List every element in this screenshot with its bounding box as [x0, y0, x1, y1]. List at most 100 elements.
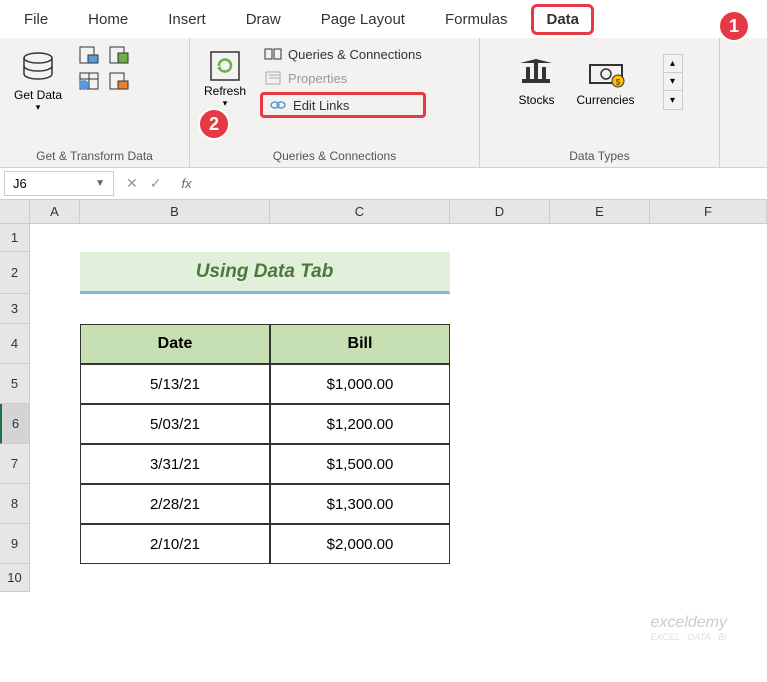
cell[interactable] [650, 484, 767, 524]
table-row[interactable]: $1,200.00 [270, 404, 450, 444]
cell[interactable] [450, 324, 550, 364]
table-header-date[interactable]: Date [80, 324, 270, 364]
cell[interactable] [30, 404, 80, 444]
from-web-icon[interactable] [106, 44, 132, 66]
table-row[interactable]: $1,300.00 [270, 484, 450, 524]
col-header-a[interactable]: A [30, 200, 80, 224]
cell[interactable] [650, 404, 767, 444]
tab-page-layout[interactable]: Page Layout [305, 3, 421, 36]
cell[interactable] [450, 364, 550, 404]
queries-connections-button[interactable]: Queries & Connections [260, 44, 426, 64]
cell[interactable] [550, 364, 650, 404]
cell[interactable] [30, 524, 80, 564]
scroll-expand-icon[interactable]: ▾ [664, 91, 682, 109]
cell[interactable] [650, 364, 767, 404]
cell[interactable] [550, 524, 650, 564]
currencies-button[interactable]: $ Currencies [576, 57, 634, 107]
cell[interactable] [550, 224, 650, 252]
formula-bar[interactable]: fx [173, 172, 767, 195]
tab-formulas[interactable]: Formulas [429, 3, 524, 36]
cell[interactable] [450, 252, 550, 294]
table-row[interactable]: $2,000.00 [270, 524, 450, 564]
cancel-icon[interactable]: ✕ [126, 175, 138, 192]
title-cell[interactable]: Using Data Tab [80, 252, 450, 294]
row-header-3[interactable]: 3 [0, 294, 30, 324]
table-row[interactable]: 5/03/21 [80, 404, 270, 444]
cell[interactable] [650, 444, 767, 484]
table-row[interactable]: 3/31/21 [80, 444, 270, 484]
row-header-10[interactable]: 10 [0, 564, 30, 592]
table-row[interactable]: $1,500.00 [270, 444, 450, 484]
table-row[interactable]: 2/10/21 [80, 524, 270, 564]
cell[interactable] [550, 404, 650, 444]
cell[interactable] [30, 444, 80, 484]
row-header-9[interactable]: 9 [0, 524, 30, 564]
row-header-5[interactable]: 5 [0, 364, 30, 404]
cell[interactable] [30, 324, 80, 364]
cell[interactable] [30, 252, 80, 294]
tab-draw[interactable]: Draw [230, 3, 297, 36]
from-table-icon[interactable] [76, 70, 102, 92]
select-all-corner[interactable] [0, 200, 30, 224]
cell[interactable] [270, 294, 450, 324]
refresh-button[interactable]: Refresh ▾ [200, 44, 250, 113]
col-header-d[interactable]: D [450, 200, 550, 224]
row-header-7[interactable]: 7 [0, 444, 30, 484]
col-header-c[interactable]: C [270, 200, 450, 224]
cell[interactable] [80, 224, 270, 252]
row-header-1[interactable]: 1 [0, 224, 30, 252]
enter-icon[interactable]: ✓ [150, 175, 162, 192]
cell[interactable] [30, 224, 80, 252]
stocks-button[interactable]: Stocks [516, 57, 556, 107]
cell[interactable] [450, 224, 550, 252]
cell[interactable] [650, 564, 767, 592]
cell[interactable] [650, 224, 767, 252]
tab-insert[interactable]: Insert [152, 3, 222, 36]
cell[interactable] [30, 364, 80, 404]
cell[interactable] [450, 404, 550, 444]
cell[interactable] [450, 484, 550, 524]
tab-home[interactable]: Home [72, 3, 144, 36]
cell[interactable] [550, 484, 650, 524]
scroll-down-icon[interactable]: ▾ [664, 73, 682, 91]
cell[interactable] [80, 294, 270, 324]
cell[interactable] [550, 444, 650, 484]
cell[interactable] [30, 294, 80, 324]
row-header-2[interactable]: 2 [0, 252, 30, 294]
cell[interactable] [550, 564, 650, 592]
cell[interactable] [550, 252, 650, 294]
scroll-up-icon[interactable]: ▴ [664, 55, 682, 73]
get-data-button[interactable]: Get Data ▾ [10, 44, 66, 117]
from-text-icon[interactable] [76, 44, 102, 66]
row-header-4[interactable]: 4 [0, 324, 30, 364]
tab-data[interactable]: Data [531, 4, 594, 35]
col-header-f[interactable]: F [650, 200, 767, 224]
cell[interactable] [650, 324, 767, 364]
table-row[interactable]: 5/13/21 [80, 364, 270, 404]
properties-button[interactable]: Properties [260, 68, 426, 88]
name-box[interactable]: J6 ▼ [4, 171, 114, 196]
cell[interactable] [550, 294, 650, 324]
cell[interactable] [30, 484, 80, 524]
cell[interactable] [650, 294, 767, 324]
cell[interactable] [450, 444, 550, 484]
cell[interactable] [450, 564, 550, 592]
cell[interactable] [80, 564, 270, 592]
cell[interactable] [550, 324, 650, 364]
col-header-b[interactable]: B [80, 200, 270, 224]
cell[interactable] [450, 294, 550, 324]
table-header-bill[interactable]: Bill [270, 324, 450, 364]
cell[interactable] [650, 524, 767, 564]
recent-sources-icon[interactable] [106, 70, 132, 92]
cell[interactable] [650, 252, 767, 294]
table-row[interactable]: $1,000.00 [270, 364, 450, 404]
cell[interactable] [30, 564, 80, 592]
edit-links-button[interactable]: Edit Links [269, 97, 417, 113]
cell[interactable] [270, 224, 450, 252]
cell[interactable] [450, 524, 550, 564]
cell[interactable] [270, 564, 450, 592]
row-header-8[interactable]: 8 [0, 484, 30, 524]
table-row[interactable]: 2/28/21 [80, 484, 270, 524]
col-header-e[interactable]: E [550, 200, 650, 224]
row-header-6[interactable]: 6 [0, 404, 30, 444]
